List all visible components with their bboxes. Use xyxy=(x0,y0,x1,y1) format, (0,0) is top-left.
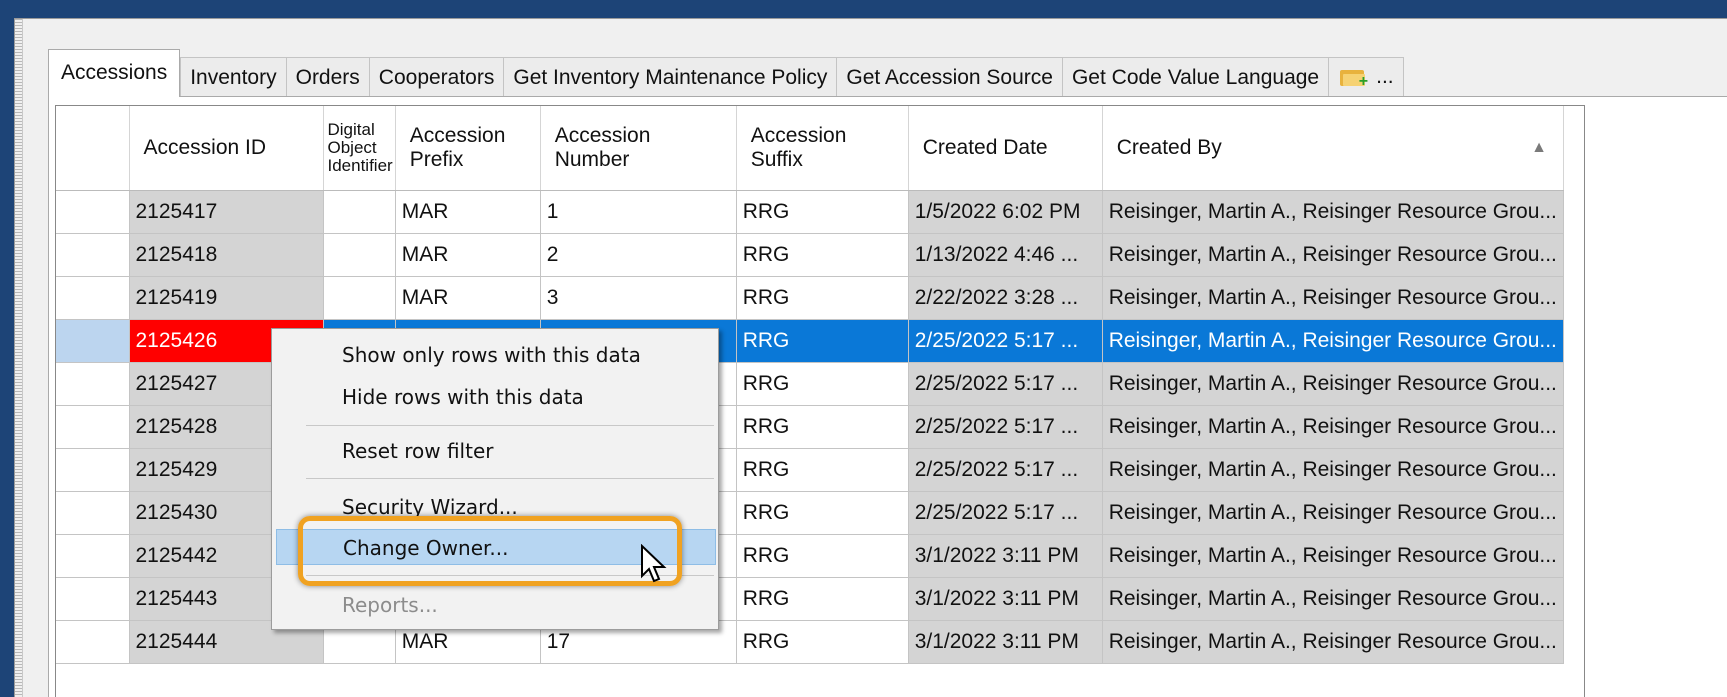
cell-created-by[interactable]: Reisinger, Martin A., Reisinger Resource… xyxy=(1102,276,1564,320)
cell-accession-suffix[interactable]: RRG xyxy=(736,534,909,578)
cell-accession-number[interactable]: 1 xyxy=(540,190,737,234)
row-header[interactable] xyxy=(56,448,130,492)
menu-separator xyxy=(306,425,714,426)
created-by-label: Created By xyxy=(1116,136,1222,159)
column-header-created-by[interactable]: Created By ▲ xyxy=(1102,106,1564,191)
tab-get-code-value-language[interactable]: Get Code Value Language xyxy=(1062,57,1330,97)
cell-created-date[interactable]: 3/1/2022 3:11 PM xyxy=(908,534,1103,578)
tab-more-label: ... xyxy=(1376,65,1394,88)
row-header[interactable] xyxy=(56,190,130,234)
row-header[interactable] xyxy=(56,233,130,277)
tab-inventory[interactable]: Inventory xyxy=(180,57,287,97)
cell-created-date[interactable]: 2/22/2022 3:28 ... xyxy=(908,276,1103,320)
menu-separator xyxy=(306,478,714,479)
cell-accession-prefix[interactable]: MAR xyxy=(395,190,541,234)
cell-accession-suffix[interactable]: RRG xyxy=(736,233,909,277)
row-header-corner[interactable] xyxy=(56,106,130,191)
cell-created-date[interactable]: 2/25/2022 5:17 ... xyxy=(908,319,1103,363)
cell-digital-object-identifier[interactable] xyxy=(323,233,396,277)
menu-item-reset-row-filter[interactable]: Reset row filter xyxy=(276,433,716,469)
cell-accession-suffix[interactable]: RRG xyxy=(736,405,909,449)
tab-cooperators[interactable]: Cooperators xyxy=(369,57,505,97)
row-header[interactable] xyxy=(56,620,130,664)
row-header[interactable] xyxy=(56,362,130,406)
cell-created-date[interactable]: 2/25/2022 5:17 ... xyxy=(908,362,1103,406)
cell-accession-prefix[interactable]: MAR xyxy=(395,276,541,320)
cell-created-date[interactable]: 3/1/2022 3:11 PM xyxy=(908,620,1103,664)
cell-accession-suffix[interactable]: RRG xyxy=(736,190,909,234)
tab-accessions[interactable]: Accessions xyxy=(48,49,181,97)
cell-accession-id[interactable]: 2125418 xyxy=(129,233,324,277)
cell-created-by[interactable]: Reisinger, Martin A., Reisinger Resource… xyxy=(1102,405,1564,449)
cell-created-by[interactable]: Reisinger, Martin A., Reisinger Resource… xyxy=(1102,534,1564,578)
menu-item-reports[interactable]: Reports... xyxy=(276,587,716,623)
menu-item-show-only-rows[interactable]: Show only rows with this data xyxy=(276,337,716,373)
tab-get-accession-source[interactable]: Get Accession Source xyxy=(837,57,1063,97)
cell-accession-number[interactable]: 2 xyxy=(540,233,737,277)
cell-created-by[interactable]: Reisinger, Martin A., Reisinger Resource… xyxy=(1102,448,1564,492)
cell-created-by[interactable]: Reisinger, Martin A., Reisinger Resource… xyxy=(1102,577,1564,621)
cell-created-by[interactable]: Reisinger, Martin A., Reisinger Resource… xyxy=(1102,190,1564,234)
row-header[interactable] xyxy=(56,534,130,578)
cell-created-date[interactable]: 2/25/2022 5:17 ... xyxy=(908,448,1103,492)
table-row[interactable]: 2125417 MAR 1 RRG 1/5/2022 6:02 PM Reisinger,… xyxy=(56,190,1564,234)
cell-accession-id[interactable]: 2125417 xyxy=(129,190,324,234)
row-header[interactable] xyxy=(56,276,130,320)
folder-add-icon: + xyxy=(1338,66,1368,90)
column-header-accession-number[interactable]: Accession Number xyxy=(540,106,737,191)
dataview-tabs: Accessions Inventory Orders Cooperators … xyxy=(48,41,1404,97)
cell-accession-suffix[interactable]: RRG xyxy=(736,362,909,406)
cell-created-date[interactable]: 2/25/2022 5:17 ... xyxy=(908,491,1103,535)
cell-created-by[interactable]: Reisinger, Martin A., Reisinger Resource… xyxy=(1102,233,1564,277)
cell-accession-prefix[interactable]: MAR xyxy=(395,233,541,277)
cell-created-by[interactable]: Reisinger, Martin A., Reisinger Resource… xyxy=(1102,362,1564,406)
table-row[interactable]: 2125419 MAR 3 RRG 2/22/2022 3:28 ... Reisinge… xyxy=(56,276,1564,320)
tab-get-inventory-maintenance-policy[interactable]: Get Inventory Maintenance Policy xyxy=(504,57,838,97)
mouse-pointer-icon xyxy=(641,544,667,583)
cell-created-date[interactable]: 3/1/2022 3:11 PM xyxy=(908,577,1103,621)
row-header[interactable] xyxy=(56,405,130,449)
cell-created-date[interactable]: 2/25/2022 5:17 ... xyxy=(908,405,1103,449)
column-header-accession-prefix[interactable]: Accession Prefix xyxy=(395,106,541,191)
row-header[interactable] xyxy=(56,319,130,363)
cell-created-by[interactable]: Reisinger, Martin A., Reisinger Resource… xyxy=(1102,319,1564,363)
tab-orders[interactable]: Orders xyxy=(286,57,370,97)
row-header[interactable] xyxy=(56,491,130,535)
sort-ascending-icon: ▲ xyxy=(1531,139,1547,156)
grid-header-row: Accession ID Digital Object Identifier A… xyxy=(56,106,1564,191)
cell-accession-number[interactable]: 3 xyxy=(540,276,737,320)
row-header[interactable] xyxy=(56,577,130,621)
table-row[interactable]: 2125418 MAR 2 RRG 1/13/2022 4:46 ... Reisinge… xyxy=(56,233,1564,277)
cell-accession-suffix[interactable]: RRG xyxy=(736,448,909,492)
cell-accession-suffix[interactable]: RRG xyxy=(736,491,909,535)
cell-created-date[interactable]: 1/13/2022 4:46 ... xyxy=(908,233,1103,277)
cell-digital-object-identifier[interactable] xyxy=(323,190,396,234)
window-resize-grip[interactable] xyxy=(15,19,23,697)
menu-item-hide-rows[interactable]: Hide rows with this data xyxy=(276,379,716,415)
cell-accession-suffix[interactable]: RRG xyxy=(736,319,909,363)
cell-accession-id[interactable]: 2125419 xyxy=(129,276,324,320)
column-header-accession-id[interactable]: Accession ID xyxy=(129,106,324,191)
column-header-created-date[interactable]: Created Date xyxy=(908,106,1103,191)
cell-digital-object-identifier[interactable] xyxy=(323,276,396,320)
annotation-highlight-box xyxy=(298,516,682,586)
cell-accession-suffix[interactable]: RRG xyxy=(736,620,909,664)
cell-accession-suffix[interactable]: RRG xyxy=(736,577,909,621)
column-header-accession-suffix[interactable]: Accession Suffix xyxy=(736,106,909,191)
cell-created-by[interactable]: Reisinger, Martin A., Reisinger Resource… xyxy=(1102,620,1564,664)
column-header-digital-object-identifier[interactable]: Digital Object Identifier xyxy=(323,106,396,191)
cell-accession-suffix[interactable]: RRG xyxy=(736,276,909,320)
tab-add-dataview[interactable]: + ... xyxy=(1329,57,1404,97)
cell-created-by[interactable]: Reisinger, Martin A., Reisinger Resource… xyxy=(1102,491,1564,535)
cell-created-date[interactable]: 1/5/2022 6:02 PM xyxy=(908,190,1103,234)
